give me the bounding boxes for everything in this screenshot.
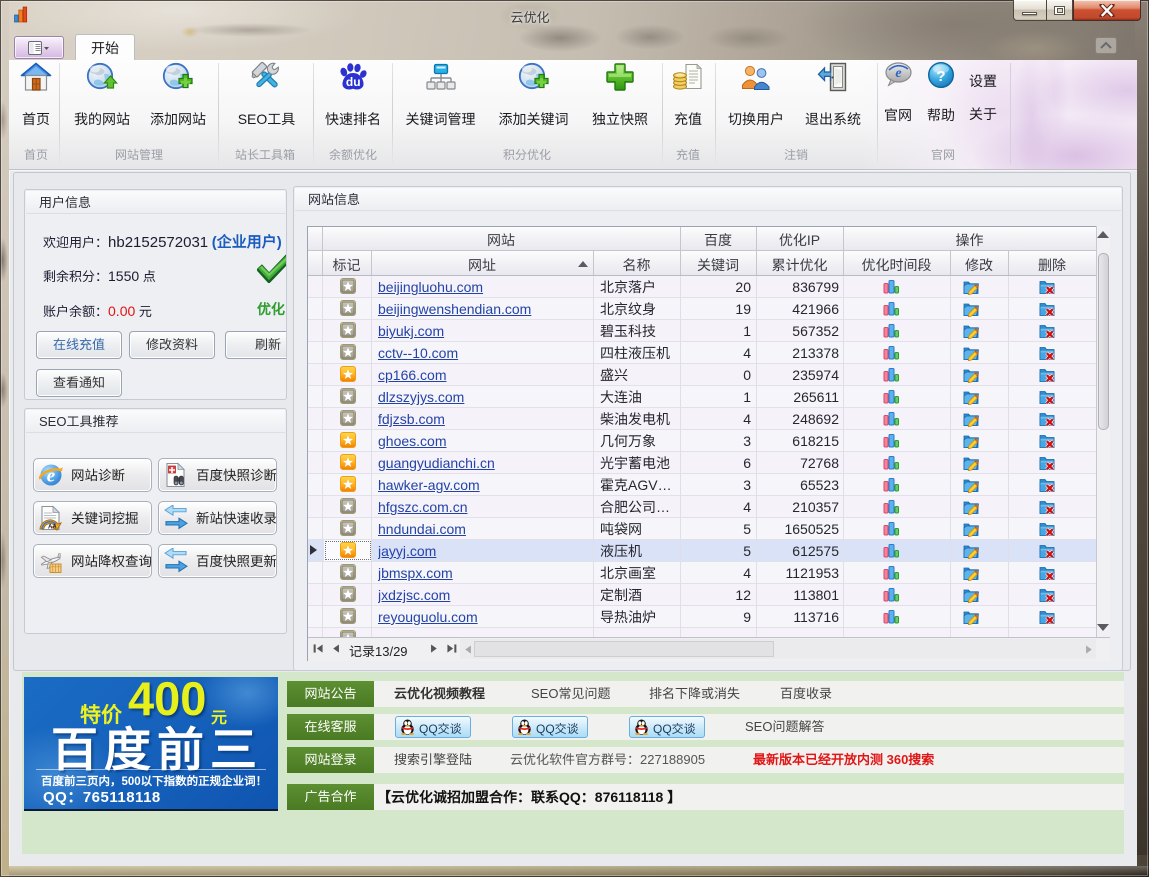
svg-text:AA: AA: [48, 525, 57, 531]
svg-text:?: ?: [936, 68, 945, 85]
svg-text:e: e: [895, 66, 901, 81]
svg-text:du: du: [346, 75, 361, 89]
